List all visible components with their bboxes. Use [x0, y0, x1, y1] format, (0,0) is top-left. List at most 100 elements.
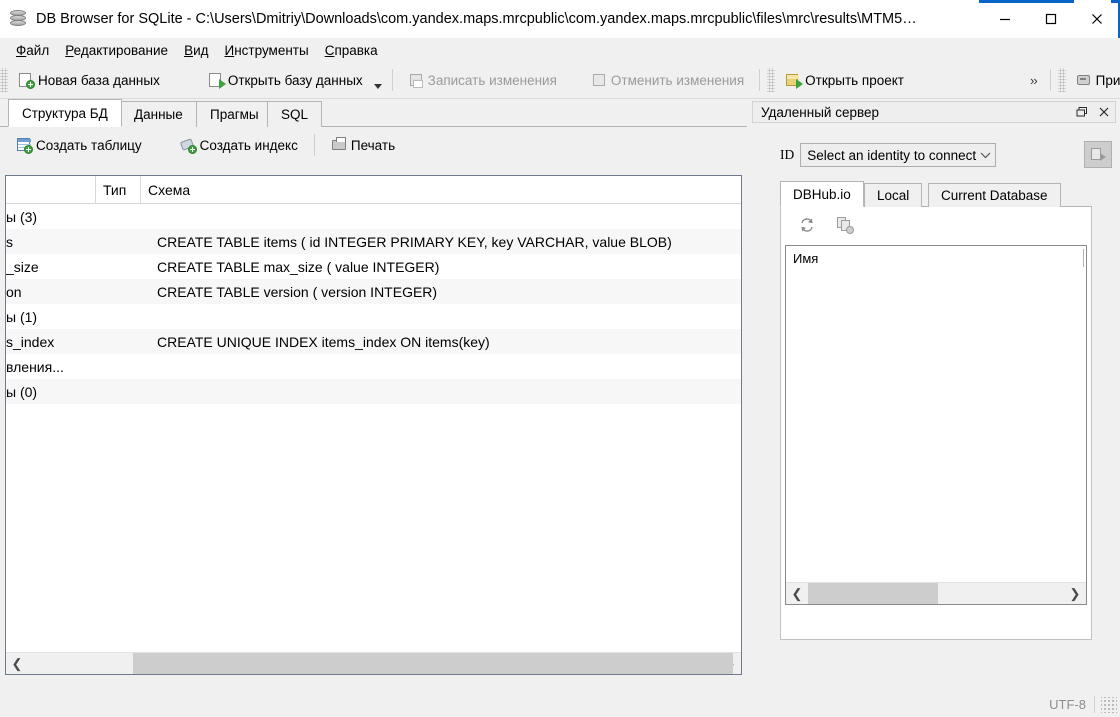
dock-title-label: Удаленный сервер [761, 104, 879, 120]
scrollbar-track[interactable] [28, 652, 733, 674]
remote-tab-dbhub[interactable]: DBHub.io [780, 181, 864, 207]
main-toolbar: Новая база данных Открыть базу данных За… [0, 62, 1120, 99]
menu-item-tools[interactable]: Инструменты [217, 41, 317, 60]
minimize-button[interactable] [982, 0, 1028, 38]
remote-add-button[interactable] [831, 212, 859, 238]
structure-toolbar: Создать таблицу Создать индекс Печать [0, 127, 747, 163]
tab-db-structure[interactable]: Структура БД [8, 99, 122, 127]
remote-list-horizontal-scrollbar[interactable]: ❮ ❯ [786, 582, 1086, 604]
table-row[interactable]: ы (3) [6, 204, 741, 229]
toolbar-grip[interactable] [0, 68, 8, 92]
print-label: Печать [350, 137, 396, 153]
scrollbar-thumb[interactable] [133, 652, 733, 674]
scroll-left-icon[interactable]: ❮ [6, 652, 28, 674]
maximize-button[interactable] [1028, 0, 1074, 38]
structure-toolbar-separator [313, 134, 315, 156]
toolbar-separator [391, 69, 393, 91]
create-table-button[interactable]: Создать таблицу [8, 131, 150, 159]
new-database-button[interactable]: Новая база данных [10, 66, 168, 94]
table-row[interactable]: ы (1) [6, 304, 741, 329]
write-changes-icon [408, 72, 425, 89]
table-row[interactable]: вления... [6, 354, 741, 379]
open-project-icon [785, 72, 804, 89]
scrollbar-track[interactable] [808, 582, 1064, 604]
dock-close-icon[interactable] [1093, 102, 1115, 122]
menu-item-edit[interactable]: Редактирование [57, 41, 176, 60]
connect-identity-button[interactable] [1084, 141, 1112, 168]
table-row[interactable]: s CREATE TABLE items ( id INTEGER PRIMAR… [6, 229, 741, 254]
remote-tab-bar: DBHub.io Local Current Database [780, 181, 1116, 207]
print-button[interactable]: Печать [323, 131, 403, 159]
identity-select[interactable]: Select an identity to connect [800, 143, 997, 167]
db-structure-pane: Создать таблицу Создать индекс Печать Ти… [0, 127, 747, 687]
window-accent-edge [1111, 0, 1120, 38]
menu-item-file[interactable]: Файл [8, 41, 57, 60]
column-header-name[interactable] [6, 176, 96, 204]
scroll-left-icon[interactable]: ❮ [786, 582, 808, 604]
table-row[interactable]: _size CREATE TABLE max_size ( value INTE… [6, 254, 741, 279]
tab-label: DBHub.io [793, 186, 851, 202]
tab-label: Структура БД [22, 105, 108, 121]
menu-label: едактирование [73, 42, 169, 58]
row-name: ы (3) [6, 208, 38, 225]
table-row[interactable]: on CREATE TABLE version ( version INTEGE… [6, 279, 741, 304]
scrollbar-thumb[interactable] [808, 582, 938, 604]
create-index-label: Создать индекс [199, 137, 298, 153]
menu-mnemonic: Р [65, 42, 74, 58]
row-name: _size [6, 258, 39, 275]
schema-tree-header: Тип Схема [6, 176, 741, 204]
row-name: ы (1) [6, 308, 38, 325]
tab-label: Local [877, 188, 910, 203]
remote-tab-current-database[interactable]: Current Database [928, 183, 1061, 207]
attach-database-button[interactable]: Прикрепить БД [1068, 66, 1120, 94]
write-changes-button[interactable]: Записать изменения [400, 66, 565, 94]
column-header-schema[interactable]: Схема [141, 176, 739, 204]
menu-item-view[interactable]: Вид [176, 41, 216, 60]
schema-tree[interactable]: Тип Схема ы (3) s CREATE TABLE items ( i… [5, 175, 742, 675]
table-row[interactable]: ы (0) [6, 379, 741, 404]
schema-tree-horizontal-scrollbar[interactable]: ❮ ❯ [6, 652, 741, 674]
app-database-icon [9, 10, 27, 28]
create-table-icon [16, 137, 33, 154]
tab-pragmas[interactable]: Прагмы [196, 101, 273, 127]
new-database-icon [18, 72, 35, 89]
open-database-button[interactable]: Открыть базу данных [200, 66, 371, 94]
menu-label: нструменты [234, 42, 309, 58]
row-schema: CREATE TABLE version ( version INTEGER) [157, 283, 438, 300]
remote-refresh-button[interactable] [793, 212, 821, 238]
project-toolbar-overflow-icon[interactable]: ›› [1024, 73, 1043, 88]
column-divider[interactable] [1083, 249, 1084, 267]
revert-changes-button[interactable]: Отменить изменения [583, 66, 752, 94]
tab-label: Прагмы [210, 107, 259, 122]
row-name: s_index [6, 333, 55, 350]
status-bar: UTF-8 [0, 692, 1120, 717]
remote-column-header-name[interactable]: Имя [786, 251, 818, 266]
row-name: вления... [6, 358, 64, 375]
refresh-icon [799, 217, 815, 233]
connect-icon [1091, 147, 1106, 162]
row-name: s [6, 233, 13, 250]
remote-tab-local[interactable]: Local [864, 183, 923, 207]
toolbar-grip[interactable] [1057, 68, 1066, 92]
scroll-right-icon[interactable]: ❯ [1064, 582, 1086, 604]
status-encoding: UTF-8 [1049, 696, 1095, 713]
table-row[interactable]: s_index CREATE UNIQUE INDEX items_index … [6, 329, 741, 354]
remote-toolbar [781, 207, 1091, 243]
tab-sql[interactable]: SQL [267, 101, 323, 127]
tab-browse-data[interactable]: Данные [120, 101, 197, 127]
revert-changes-label: Отменить изменения [610, 72, 745, 88]
create-index-button[interactable]: Создать индекс [172, 131, 306, 159]
toolbar-grip[interactable] [767, 68, 776, 92]
printer-icon [331, 136, 348, 154]
title-bar: DB Browser for SQLite - C:\Users\Dmitriy… [0, 0, 1120, 38]
open-database-icon [208, 72, 226, 89]
menu-bar: Файл Редактирование Вид Инструменты Спра… [0, 38, 1120, 62]
open-project-button[interactable]: Открыть проект [777, 66, 912, 94]
open-database-dropdown-icon[interactable] [371, 66, 385, 94]
menu-item-help[interactable]: Справка [317, 41, 386, 60]
dock-float-icon[interactable] [1071, 102, 1093, 122]
column-header-type[interactable]: Тип [96, 176, 141, 204]
menu-mnemonic: С [324, 42, 335, 58]
resize-grip-icon[interactable] [1101, 696, 1117, 713]
remote-database-list[interactable]: Имя ❮ ❯ [785, 245, 1087, 605]
